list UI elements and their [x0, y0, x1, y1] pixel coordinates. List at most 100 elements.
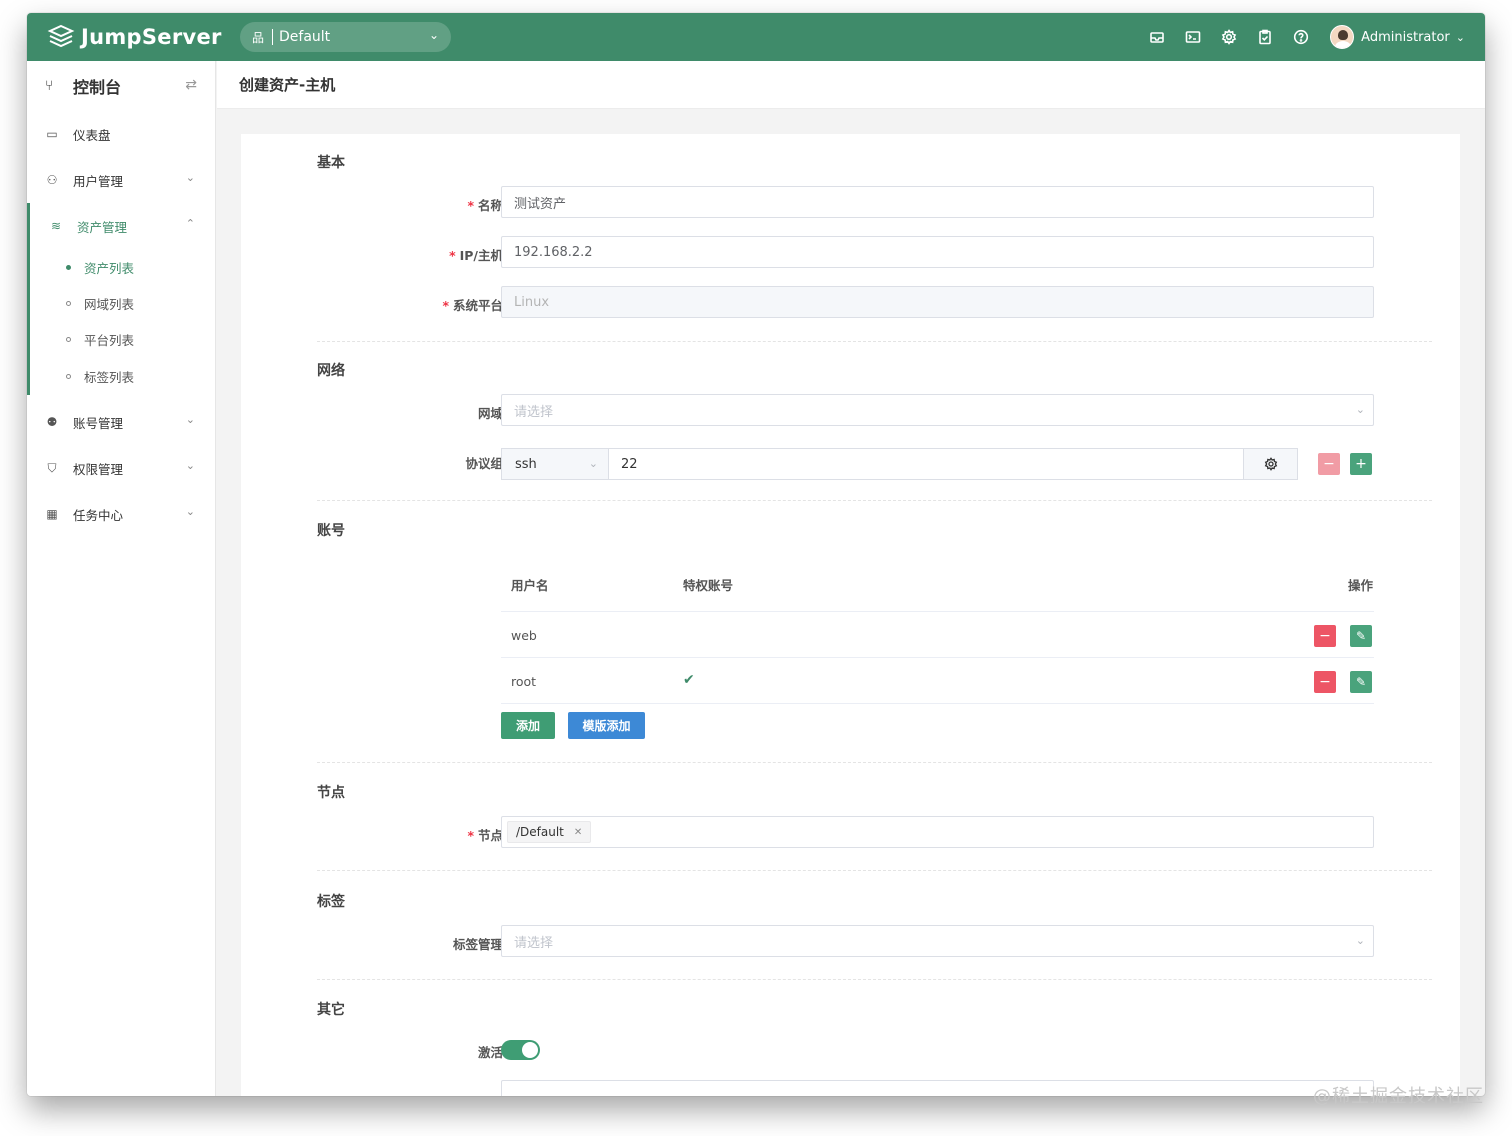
sidebar-item-label: 仪表盘 — [73, 127, 111, 143]
organization-select[interactable]: 品 Default ⌄ — [240, 22, 451, 52]
sidebar-subitem-label: 标签列表 — [84, 369, 135, 385]
port-input[interactable]: 22 — [608, 448, 1244, 480]
active-switch[interactable] — [501, 1040, 540, 1060]
plus-icon: + — [1355, 456, 1367, 472]
table-divider — [501, 611, 1374, 612]
sidebar-header: ⑂ 控制台 ⇄ — [27, 61, 215, 111]
sidebar-item-dashboard[interactable]: ▭ 仪表盘 — [27, 111, 215, 157]
chevron-up-icon: ⌃ — [185, 217, 195, 230]
sidebar-subitem-label: 网域列表 — [84, 296, 135, 312]
account-icon: ⚉ — [46, 415, 58, 429]
add-protocol-button[interactable]: + — [1350, 453, 1372, 475]
ip-label: * IP/主机 — [449, 248, 503, 263]
edit-account-button[interactable]: ✎ — [1350, 625, 1372, 647]
sidebar-subitem-domain-list[interactable]: 网域列表 — [30, 285, 215, 321]
avatar[interactable] — [1330, 25, 1355, 49]
layers-icon: ≋ — [50, 219, 62, 233]
divider — [317, 979, 1432, 980]
domain-placeholder: 请选择 — [514, 404, 554, 420]
sidebar-item-label: 任务中心 — [73, 507, 124, 523]
bullet-icon — [66, 336, 71, 342]
sidebar-item-permissions[interactable]: ⛉ 权限管理 ⌄ — [27, 445, 215, 491]
sidebar-item-label: 权限管理 — [73, 461, 124, 477]
node-tag: /Default ✕ — [507, 821, 592, 843]
labels-label: 标签管理 — [452, 937, 503, 952]
bullet-icon — [66, 300, 71, 306]
sidebar-item-accounts[interactable]: ⚉ 账号管理 ⌄ — [27, 399, 215, 445]
shield-icon: ⛉ — [47, 460, 57, 475]
template-add-button[interactable]: 模版添加 — [568, 712, 645, 739]
help-icon[interactable] — [1290, 26, 1312, 48]
dashboard-icon: ▭ — [46, 127, 58, 141]
sidebar: ⑂ 控制台 ⇄ ▭ 仪表盘 ⚇ 用户管理 ⌄ ≋ 资产管理 ⌃ 资产列表 网域列… — [27, 61, 216, 1096]
minus-icon: − — [1323, 456, 1335, 472]
platform-label: * 系统平台 — [442, 298, 503, 313]
settings-icon[interactable] — [1218, 26, 1240, 48]
top-header: JumpServer 品 Default ⌄ Administrator ⌄ — [27, 13, 1485, 61]
name-input[interactable]: 测试资产 — [501, 186, 1374, 218]
sidebar-item-label: 资产管理 — [77, 219, 128, 235]
sidebar-title: 控制台 — [73, 78, 122, 97]
active-label: 激活 — [477, 1045, 503, 1060]
ip-input[interactable]: 192.168.2.2 — [501, 236, 1374, 268]
section-title-accounts: 账号 — [317, 523, 345, 539]
sidebar-item-assets[interactable]: ≋ 资产管理 ⌃ — [27, 203, 215, 249]
add-account-button[interactable]: 添加 — [501, 712, 555, 739]
required-icon: * — [467, 198, 474, 213]
organization-value: Default — [279, 29, 331, 45]
chevron-down-icon: ⌄ — [1355, 403, 1365, 416]
chevron-down-icon: ⌄ — [185, 459, 195, 472]
domain-select[interactable]: 请选择 ⌄ — [501, 394, 1374, 426]
bullet-icon — [66, 373, 71, 379]
sidebar-item-tasks[interactable]: ▦ 任务中心 ⌄ — [27, 491, 215, 537]
logo[interactable]: JumpServer — [47, 23, 222, 51]
divider — [317, 870, 1432, 871]
chevron-down-icon: ⌄ — [185, 171, 195, 184]
node-select[interactable] — [501, 816, 1374, 848]
section-title-basic: 基本 — [317, 155, 345, 171]
node-label: * 节点 — [467, 828, 503, 843]
delete-account-button[interactable]: − — [1314, 625, 1336, 647]
sidebar-item-users[interactable]: ⚇ 用户管理 ⌄ — [27, 157, 215, 203]
labels-placeholder: 请选择 — [514, 935, 554, 951]
chevron-down-icon[interactable]: ⌄ — [1456, 31, 1465, 44]
page-title: 创建资产-主机 — [239, 76, 336, 94]
platform-input: Linux — [501, 286, 1374, 318]
delete-account-button[interactable]: − — [1314, 671, 1336, 693]
assets-submenu: 资产列表 网域列表 平台列表 标签列表 — [27, 249, 215, 395]
chevron-down-icon: ⌄ — [185, 505, 195, 518]
labels-select[interactable]: 请选择 ⌄ — [501, 925, 1374, 957]
app-window: JumpServer 品 Default ⌄ Administrator ⌄ ⑂… — [27, 13, 1485, 1096]
sitemap-icon: 品 — [252, 30, 265, 45]
column-header-privileged: 特权账号 — [683, 578, 734, 593]
protocol-select[interactable]: ssh ⌄ — [501, 448, 608, 480]
sidebar-subitem-label-list[interactable]: 标签列表 — [30, 357, 215, 395]
terminal-icon[interactable] — [1182, 26, 1204, 48]
edit-icon: ✎ — [1355, 629, 1367, 643]
header-actions: Administrator ⌄ — [1146, 13, 1485, 61]
comment-textarea[interactable] — [501, 1080, 1374, 1096]
users-icon: ⚇ — [46, 173, 58, 187]
divider — [317, 341, 1432, 342]
edit-account-button[interactable]: ✎ — [1350, 671, 1372, 693]
switch-view-icon[interactable]: ⇄ — [185, 77, 197, 93]
create-asset-form: 基本 * 名称 测试资产 * IP/主机 192.168.2.2 * 系统平台 Lin… — [241, 134, 1460, 1096]
inbox-icon[interactable] — [1146, 26, 1168, 48]
chevron-down-icon: ⌄ — [185, 413, 195, 426]
protocol-settings-button[interactable] — [1243, 448, 1298, 480]
account-username: root — [511, 674, 537, 689]
sidebar-subitem-asset-list[interactable]: 资产列表 — [30, 249, 215, 285]
name-label: * 名称 — [467, 198, 503, 213]
console-icon: ⑂ — [45, 78, 54, 94]
gear-icon — [1264, 457, 1277, 471]
sidebar-subitem-platform-list[interactable]: 平台列表 — [30, 321, 215, 357]
page-title-bar: 创建资产-主机 — [217, 61, 1485, 109]
jumpserver-logo-icon — [47, 24, 75, 48]
required-icon: * — [442, 298, 449, 313]
section-title-other: 其它 — [317, 1002, 345, 1018]
user-name[interactable]: Administrator — [1361, 30, 1450, 45]
table-divider — [501, 657, 1374, 658]
remove-protocol-button[interactable]: − — [1318, 453, 1340, 475]
close-icon[interactable]: ✕ — [574, 827, 582, 838]
clipboard-icon[interactable] — [1254, 26, 1276, 48]
